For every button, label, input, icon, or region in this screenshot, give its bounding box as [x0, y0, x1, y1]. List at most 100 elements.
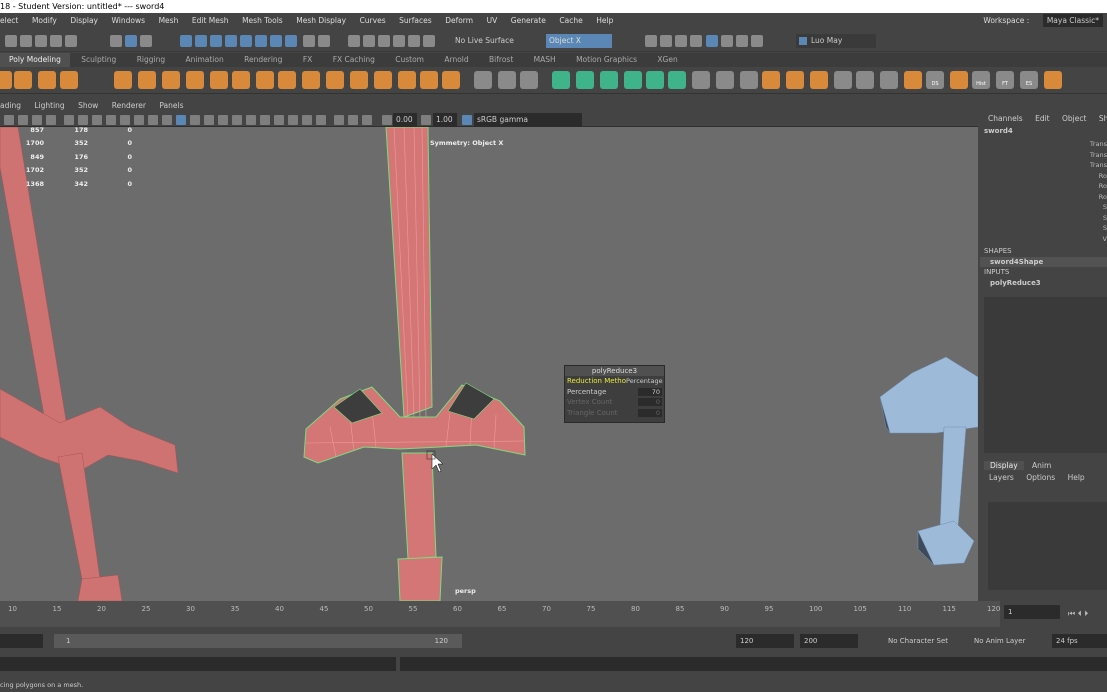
shelf-tab-fx-caching[interactable]: FX Caching: [324, 53, 384, 67]
translate-x-attr[interactable]: Trans: [1090, 140, 1107, 148]
snap-grid-icon[interactable]: [225, 35, 237, 47]
group-icon[interactable]: [810, 71, 828, 89]
poke-icon[interactable]: [398, 71, 416, 89]
reduction-method-row[interactable]: Reduction Method Percentage: [565, 376, 664, 387]
reduction-method-value[interactable]: Percentage: [626, 377, 663, 385]
film-gate-icon[interactable]: [92, 115, 102, 125]
fps-dropdown[interactable]: 24 fps: [1052, 634, 1107, 648]
freeze-transforms-icon[interactable]: [762, 71, 780, 89]
safe-action-icon[interactable]: [148, 115, 158, 125]
checker-icon[interactable]: [668, 71, 686, 89]
shadows-icon[interactable]: [246, 115, 256, 125]
automatic-map-icon[interactable]: [600, 71, 618, 89]
layers-menu[interactable]: Layers: [989, 473, 1014, 482]
command-input[interactable]: [0, 657, 396, 671]
hypershade-icon[interactable]: [706, 35, 718, 47]
grid-icon[interactable]: [78, 115, 88, 125]
max-time-field[interactable]: 200: [800, 634, 858, 648]
start-time-field[interactable]: [0, 634, 43, 648]
shelf-tab-xgen[interactable]: XGen: [648, 53, 686, 67]
magnet-icon[interactable]: [318, 35, 330, 47]
percentage-row[interactable]: Percentage 70: [565, 387, 664, 398]
motion-blur-icon[interactable]: [274, 115, 284, 125]
menu-cache[interactable]: Cache: [559, 16, 582, 25]
end-time-field[interactable]: 120: [736, 634, 794, 648]
script-icon[interactable]: [950, 71, 968, 89]
shelf-tab-poly-modeling[interactable]: Poly Modeling: [0, 53, 70, 67]
ds-shelf-button[interactable]: DS: [926, 71, 944, 89]
es-shelf-button[interactable]: ES: [1020, 71, 1038, 89]
menu-windows[interactable]: Windows: [112, 16, 145, 25]
show-menu[interactable]: Show: [1099, 114, 1107, 123]
delete-history-icon[interactable]: [716, 71, 734, 89]
mirror-icon[interactable]: [256, 71, 274, 89]
bevel-icon[interactable]: [326, 71, 344, 89]
poly-cone-icon[interactable]: [14, 71, 32, 89]
rotate-y-attr[interactable]: Ro: [1099, 182, 1107, 190]
camera-select-icon[interactable]: [4, 115, 14, 125]
gamma-field[interactable]: 1.00: [433, 113, 457, 127]
xray-components-icon[interactable]: [362, 115, 372, 125]
isolate-select-icon[interactable]: [316, 115, 326, 125]
history-icon[interactable]: [348, 35, 360, 47]
shelf-tab-rendering[interactable]: Rendering: [235, 53, 291, 67]
channels-menu[interactable]: Channels: [988, 114, 1023, 123]
render-view-icon[interactable]: [645, 35, 657, 47]
poly-sphere-icon[interactable]: [0, 71, 12, 89]
wedge-icon[interactable]: [420, 71, 438, 89]
menu-uv[interactable]: UV: [487, 16, 498, 25]
playback-controls-icon[interactable]: ⏮ ⏴ ⏵: [1068, 609, 1088, 619]
menu-mesh[interactable]: Mesh: [159, 16, 179, 25]
shelf-tab-custom[interactable]: Custom: [386, 53, 433, 67]
bridge-icon[interactable]: [278, 71, 296, 89]
input-node[interactable]: polyReduce3: [980, 278, 1041, 288]
input-ops-icon[interactable]: [363, 35, 375, 47]
resolution-gate-icon[interactable]: [106, 115, 116, 125]
ambient-occlusion-icon[interactable]: [260, 115, 270, 125]
play-icon[interactable]: [736, 35, 748, 47]
camera-attributes-icon[interactable]: [32, 115, 42, 125]
append-polygon-icon[interactable]: [374, 71, 392, 89]
help-menu[interactable]: Help: [1068, 473, 1085, 482]
character-set-dropdown[interactable]: No Character Set: [884, 634, 956, 648]
shelf-tab-animation[interactable]: Animation: [177, 53, 233, 67]
object-menu[interactable]: Object: [1062, 114, 1086, 123]
scale-z-attr[interactable]: S: [1103, 224, 1107, 232]
new-scene-icon[interactable]: [5, 35, 17, 47]
smooth-shade-icon[interactable]: [176, 115, 186, 125]
menu-generate[interactable]: Generate: [511, 16, 546, 25]
scale-x-attr[interactable]: S: [1103, 203, 1107, 211]
uv-editor-icon[interactable]: [552, 71, 570, 89]
user-account-dropdown[interactable]: Luo May: [796, 34, 876, 48]
tab-anim[interactable]: Anim: [1026, 461, 1057, 470]
workspace-dropdown[interactable]: Maya Classic*: [1042, 14, 1103, 27]
poly-disc-icon[interactable]: [60, 71, 78, 89]
snap-point-icon[interactable]: [255, 35, 267, 47]
bookmark-icon[interactable]: [46, 115, 56, 125]
menu-display[interactable]: Display: [70, 16, 98, 25]
rotate-z-attr[interactable]: Ro: [1099, 193, 1107, 201]
image-plane-icon[interactable]: [64, 115, 74, 125]
arnold-render-icon[interactable]: [721, 35, 733, 47]
time-slider[interactable]: 10 15 20 25 30 35 40 45 50 55 60 65 70 75 80 85 90 95 100 1…: [0, 601, 1000, 627]
xray-joints-icon[interactable]: [348, 115, 358, 125]
snap-together-icon[interactable]: [856, 71, 874, 89]
wireframe-on-shaded-icon[interactable]: [204, 115, 214, 125]
lasso-tool-icon[interactable]: [125, 35, 137, 47]
options-menu[interactable]: Options: [1026, 473, 1055, 482]
output-ops-icon[interactable]: [378, 35, 390, 47]
default-material-icon[interactable]: [190, 115, 200, 125]
snap-view-icon[interactable]: [270, 35, 282, 47]
range-bar[interactable]: 1 120: [54, 634, 462, 648]
fill-hole-icon[interactable]: [350, 71, 368, 89]
shelf-tab-arnold[interactable]: Arnold: [435, 53, 477, 67]
open-scene-icon[interactable]: [20, 35, 32, 47]
shelf-tab-fx[interactable]: FX: [294, 53, 321, 67]
ipr-icon[interactable]: [423, 35, 435, 47]
sew-icon[interactable]: [646, 71, 664, 89]
select-tool-icon[interactable]: [110, 35, 122, 47]
shelf-tab-mash[interactable]: MASH: [525, 53, 565, 67]
shelf-tab-motion-graphics[interactable]: Motion Graphics: [567, 53, 646, 67]
separate-icon[interactable]: [138, 71, 156, 89]
field-chart-icon[interactable]: [134, 115, 144, 125]
